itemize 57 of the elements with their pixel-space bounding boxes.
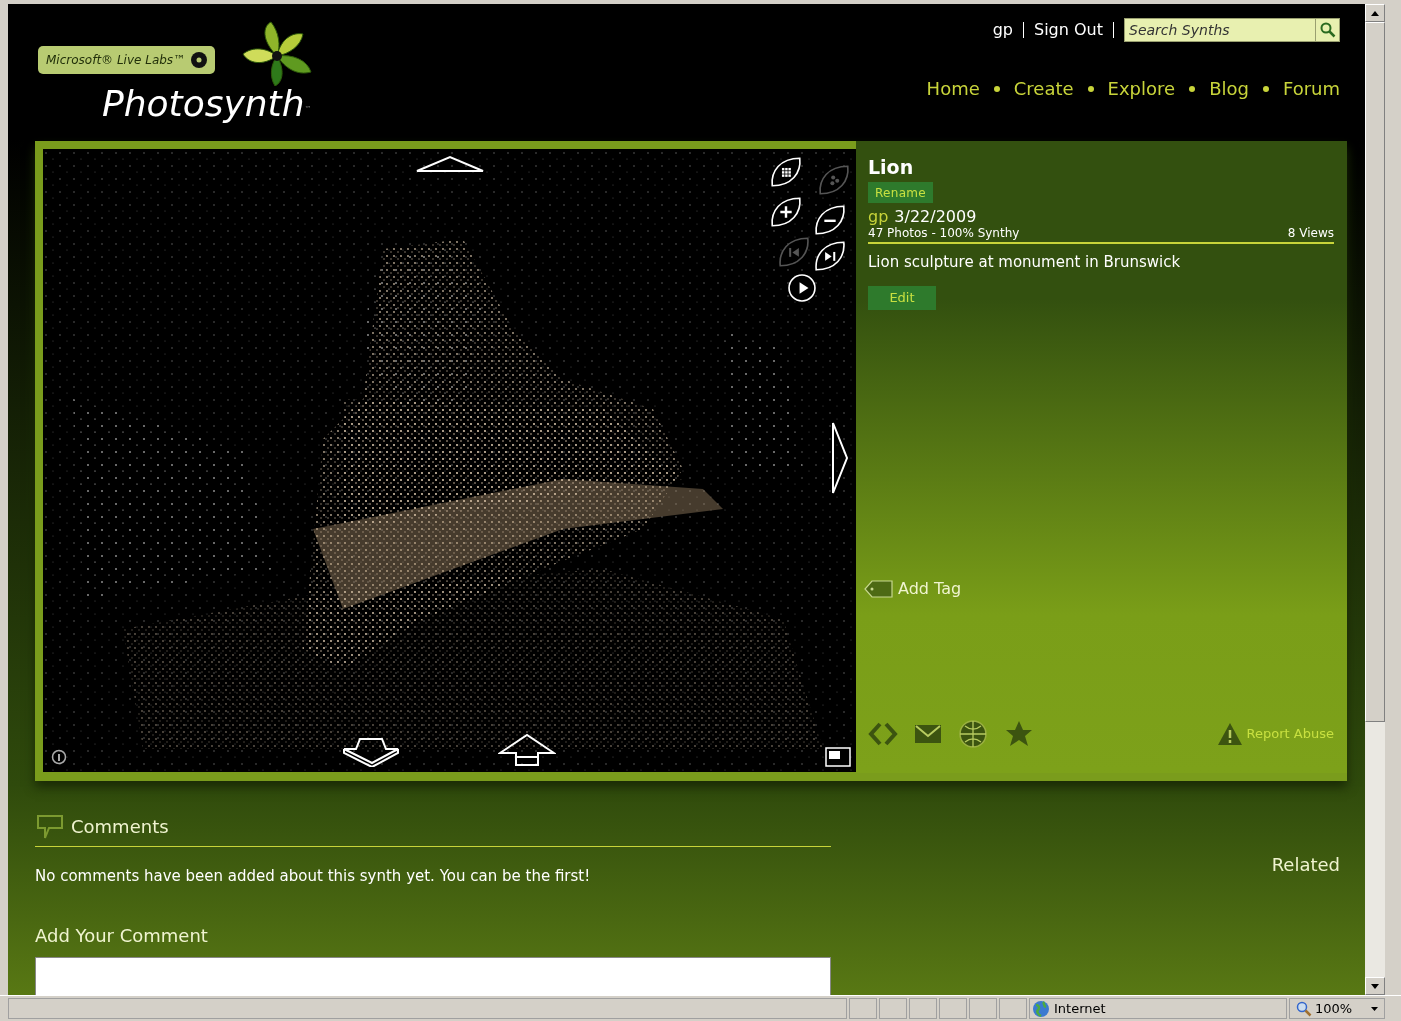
search-button[interactable] <box>1316 18 1340 42</box>
search-icon <box>1319 22 1336 38</box>
view-count: 8 Views <box>1287 226 1334 241</box>
step-forward-arrow-icon[interactable] <box>498 733 556 767</box>
sign-out-link[interactable]: Sign Out <box>1034 18 1103 42</box>
dropdown-caret-icon <box>1371 1006 1378 1011</box>
status-pane <box>939 998 967 1019</box>
up-arrow-icon[interactable] <box>415 155 485 173</box>
speech-bubble-icon <box>35 814 65 840</box>
scroll-up-icon <box>1371 10 1379 16</box>
synth-stats: 47 Photos - 100% Synthy <box>868 226 1020 241</box>
zoom-out-button[interactable] <box>813 203 847 237</box>
magnifier-icon <box>1296 1000 1312 1017</box>
warning-icon <box>1216 722 1243 746</box>
rename-button[interactable]: Rename <box>868 182 933 203</box>
globe-icon[interactable] <box>958 719 988 749</box>
user-link[interactable]: gp <box>992 18 1013 42</box>
search-field[interactable]: Search Synths <box>1124 18 1316 42</box>
status-pane <box>909 998 937 1019</box>
scrollbar[interactable] <box>1365 4 1385 995</box>
fullscreen-icon[interactable] <box>825 747 851 767</box>
status-pane <box>849 998 877 1019</box>
star-icon[interactable] <box>1004 719 1034 749</box>
globe-icon <box>1032 999 1050 1018</box>
email-icon[interactable] <box>914 723 942 745</box>
status-pane <box>969 998 997 1019</box>
zoom-in-button[interactable] <box>769 195 803 229</box>
embed-code-icon[interactable] <box>868 721 898 747</box>
security-zone: Internet <box>1054 999 1106 1018</box>
step-back-arrow-icon[interactable] <box>342 735 400 767</box>
comments-heading: Comments <box>71 815 169 839</box>
nav-link[interactable]: Home <box>926 75 980 102</box>
tag-icon <box>864 579 894 599</box>
logo-wordmark: Photosynth <box>102 86 305 122</box>
status-pane <box>879 998 907 1019</box>
author-link[interactable]: gp <box>868 208 889 226</box>
edit-button[interactable]: Edit <box>868 285 936 310</box>
status-pane <box>999 998 1027 1019</box>
synth-description: Lion sculpture at monument in Brunswick <box>868 252 1182 273</box>
related-heading: Related <box>1271 853 1340 877</box>
leaf-logo-icon <box>241 20 314 86</box>
next-button[interactable] <box>813 239 847 273</box>
synth-title: Lion <box>868 155 915 179</box>
add-comment-heading: Add Your Comment <box>35 923 209 948</box>
zoom-control[interactable]: 100% <box>1289 998 1385 1019</box>
nav-link[interactable]: Create <box>1013 75 1074 102</box>
info-icon[interactable] <box>51 749 67 765</box>
grid-button[interactable] <box>769 155 803 189</box>
scroll-down-icon <box>1371 983 1379 989</box>
disc-icon <box>191 52 208 68</box>
live-labs-badge: Microsoft® Live Labs™ <box>38 46 216 74</box>
synth-date: 3/22/2009 <box>894 208 977 226</box>
nav-link[interactable]: Explore <box>1107 75 1176 102</box>
no-comments-message: No comments have been added about this synth yet. You can be the first! <box>35 866 592 887</box>
nav-link[interactable]: Forum <box>1282 75 1340 102</box>
right-arrow-icon[interactable] <box>831 421 849 495</box>
nav-link[interactable]: Blog <box>1209 75 1249 102</box>
